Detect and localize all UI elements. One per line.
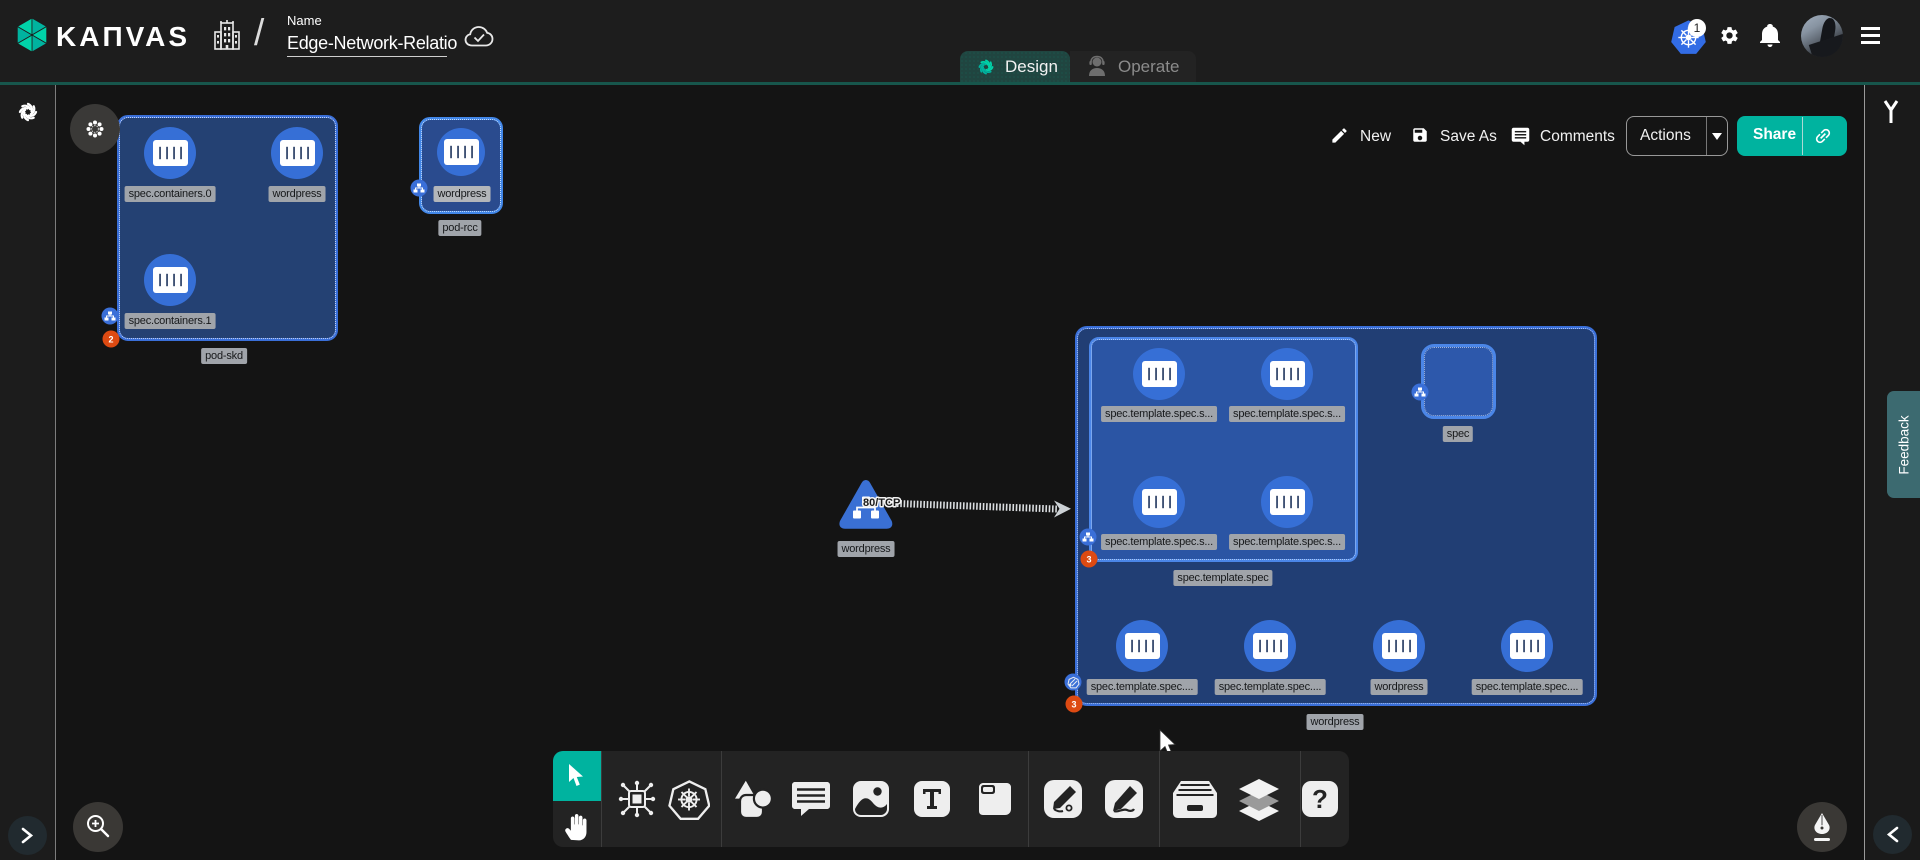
svg-text:?: ? bbox=[1312, 784, 1328, 814]
svg-text:80/TCP: 80/TCP bbox=[863, 497, 900, 509]
